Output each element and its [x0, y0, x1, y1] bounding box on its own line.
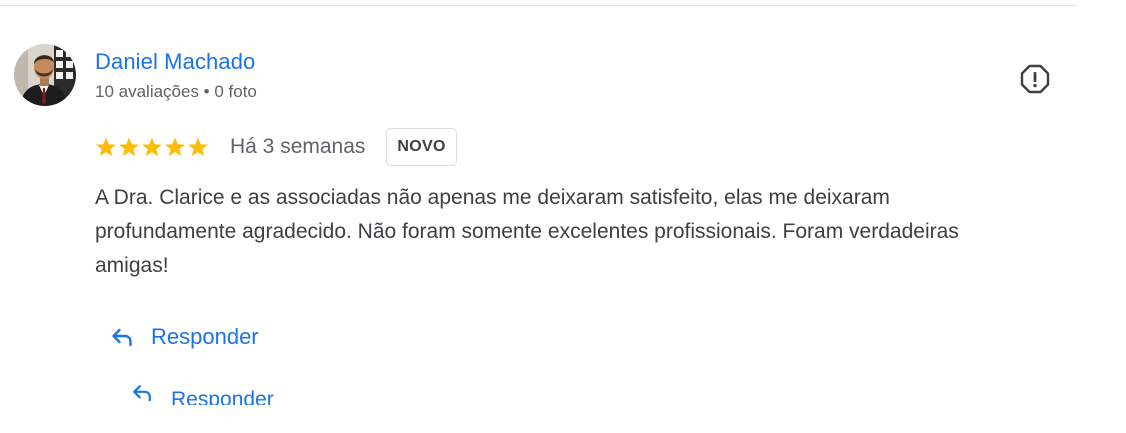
- rating-row: Há 3 semanas NOVO: [95, 128, 457, 166]
- reply-button[interactable]: Responder: [110, 324, 259, 350]
- report-icon[interactable]: [1019, 63, 1051, 95]
- reply-button-secondary-label: Responder: [171, 388, 274, 405]
- reviewer-avatar[interactable]: [14, 44, 76, 106]
- new-badge: NOVO: [386, 128, 457, 166]
- reply-button-secondary[interactable]: Responder: [131, 375, 274, 405]
- reply-button-label: Responder: [151, 324, 259, 349]
- top-divider: [0, 5, 1076, 6]
- star-icon: [188, 137, 208, 157]
- star-icon: [119, 137, 139, 157]
- reply-icon: [133, 385, 151, 401]
- star-icon: [142, 137, 162, 157]
- review-date: Há 3 semanas: [230, 135, 366, 158]
- reviewer-name[interactable]: Daniel Machado: [95, 49, 255, 75]
- star-icon: [165, 137, 185, 157]
- star-rating: [95, 136, 209, 158]
- star-icon: [96, 137, 116, 157]
- reviewer-meta: 10 avaliações • 0 foto: [95, 82, 257, 101]
- review-text: A Dra. Clarice e as associadas não apena…: [95, 186, 959, 277]
- reply-icon: [112, 328, 132, 347]
